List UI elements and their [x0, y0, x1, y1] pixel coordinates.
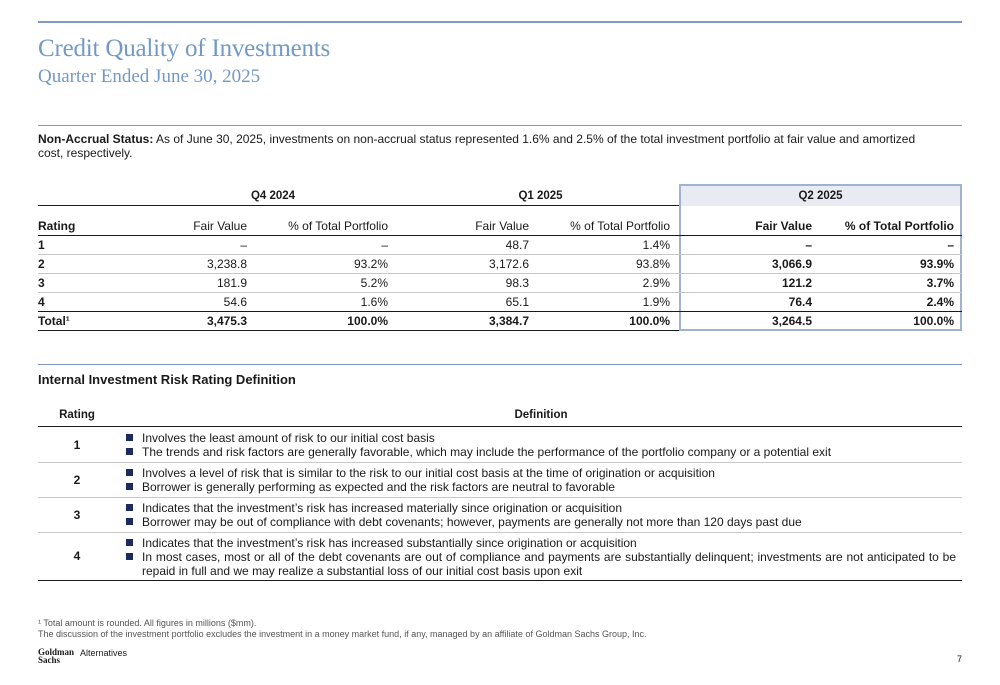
- square-bullet-icon: [126, 518, 133, 525]
- rating-number: 3: [73, 508, 81, 522]
- logo-line-2: Sachs: [38, 655, 61, 665]
- bullet-text: Indicates that the investment’s risk has…: [142, 536, 637, 550]
- cell-rating: 2: [38, 257, 45, 271]
- note-label: Non-Accrual Status:: [38, 132, 154, 146]
- rating-number: 2: [73, 473, 81, 487]
- table-row: 4 54.6 1.6% 65.1 1.9% 76.4 2.4%: [38, 292, 962, 311]
- top-rule: [38, 21, 962, 23]
- cell: 93.9%: [919, 257, 954, 271]
- footnote-2: The discussion of the investment portfol…: [38, 629, 647, 639]
- col-fair-value: Fair Value: [193, 219, 247, 233]
- table-row: 3 181.9 5.2% 98.3 2.9% 121.2 3.7%: [38, 273, 962, 292]
- col-pct-portfolio: % of Total Portfolio: [844, 219, 954, 233]
- cell-rating: 1: [38, 238, 45, 252]
- cell: 3.7%: [926, 276, 954, 290]
- cell-rating: 4: [38, 295, 45, 309]
- cell: 3,384.7: [488, 314, 529, 328]
- bullet-text: Involves the least amount of risk to our…: [142, 431, 435, 445]
- cell: 48.7: [505, 238, 529, 252]
- square-bullet-icon: [126, 553, 133, 560]
- section-rule: [38, 364, 962, 365]
- page-number: 7: [956, 654, 962, 664]
- cell: 1.4%: [642, 238, 670, 252]
- cell: 93.2%: [353, 257, 388, 271]
- row-divider: [38, 330, 679, 331]
- cell: 5.2%: [360, 276, 388, 290]
- cell-rating: 3: [38, 276, 45, 290]
- row-divider: [38, 580, 962, 581]
- square-bullet-icon: [126, 504, 133, 511]
- cell: 2.4%: [926, 295, 954, 309]
- page-subtitle: Quarter Ended June 30, 2025: [38, 66, 261, 87]
- cell: 100.0%: [913, 314, 954, 328]
- group-q4-2024: Q4 2024: [250, 190, 296, 202]
- col-pct-portfolio: % of Total Portfolio: [288, 219, 388, 233]
- cell: 121.2: [781, 276, 812, 290]
- non-accrual-note: Non-Accrual Status: As of June 30, 2025,…: [38, 132, 938, 160]
- cell: 3,172.6: [488, 257, 529, 271]
- note-text: As of June 30, 2025, investments on non-…: [38, 132, 916, 160]
- goldman-sachs-logo: Goldman Sachs: [38, 648, 74, 665]
- table-row: 1 – – 1.4% 48.7 – –: [38, 235, 962, 254]
- definition-row: 4 Indicates that the investment’s risk h…: [38, 532, 962, 580]
- logo-subtitle: Alternatives: [80, 648, 128, 658]
- bullet-text: Involves a level of risk that is similar…: [142, 466, 715, 480]
- cell: 1.9%: [642, 295, 670, 309]
- bullet-text: Borrower is generally performing as expe…: [142, 480, 615, 494]
- cell: 54.6: [223, 295, 247, 309]
- cell: –: [381, 238, 388, 252]
- group-q2-2025: Q2 2025: [798, 190, 843, 202]
- col-definition: Definition: [514, 409, 568, 421]
- bullet-text: Borrower may be out of compliance with d…: [142, 515, 802, 529]
- definition-row: 3 Indicates that the investment’s risk h…: [38, 497, 962, 532]
- cell: 3,264.5: [771, 314, 812, 328]
- group-line: [38, 205, 390, 206]
- square-bullet-icon: [126, 434, 133, 441]
- definition-row: 1 Involves the least amount of risk to o…: [38, 427, 962, 462]
- page-title: Credit Quality of Investments: [38, 35, 331, 62]
- cell: –: [240, 238, 247, 252]
- cell: 100.0%: [629, 314, 670, 328]
- col-rating: Rating: [59, 409, 95, 421]
- cell: 1.6%: [360, 295, 388, 309]
- cell: 93.8%: [635, 257, 670, 271]
- col-fair-value: Fair Value: [475, 219, 529, 233]
- table-row: 2 3,238.8 93.2% 3,172.6 93.8% 3,066.9 93…: [38, 254, 962, 273]
- definitions-title: Internal Investment Risk Rating Definiti…: [38, 372, 296, 387]
- table-total-row: Total¹ 3,475.3 100.0% 3,384.7 100.0% 3,2…: [38, 311, 962, 330]
- rating-number: 4: [73, 549, 81, 563]
- footnote-1: ¹ Total amount is rounded. All figures i…: [38, 618, 257, 628]
- cell-rating: Total¹: [38, 314, 70, 328]
- cell: 181.9: [216, 276, 247, 290]
- cell: 100.0%: [347, 314, 388, 328]
- table-header-row: Rating Fair Value % of Total Portfolio F…: [38, 216, 962, 235]
- cell: 3,238.8: [206, 257, 247, 271]
- group-line: [390, 205, 679, 206]
- group-q1-2025: Q1 2025: [518, 190, 563, 202]
- rating-number: 1: [73, 438, 81, 452]
- col-pct-portfolio: % of Total Portfolio: [570, 219, 670, 233]
- bullet-text: Indicates that the investment’s risk has…: [142, 501, 623, 515]
- cell: 3,475.3: [206, 314, 247, 328]
- col-fair-value: Fair Value: [755, 219, 812, 233]
- cell: 2.9%: [642, 276, 670, 290]
- definitions-header: Rating Definition: [38, 405, 962, 427]
- section-rule: [38, 125, 962, 126]
- cell: 65.1: [505, 295, 529, 309]
- bullet-text: The trends and risk factors are generall…: [142, 445, 832, 459]
- square-bullet-icon: [126, 469, 133, 476]
- col-rating: Rating: [38, 219, 76, 233]
- cell: 98.3: [505, 276, 529, 290]
- cell: 76.4: [788, 295, 812, 309]
- definition-row: 2 Involves a level of risk that is simil…: [38, 462, 962, 497]
- cell: –: [805, 238, 812, 252]
- square-bullet-icon: [126, 483, 133, 490]
- square-bullet-icon: [126, 448, 133, 455]
- cell: –: [947, 238, 954, 252]
- square-bullet-icon: [126, 539, 133, 546]
- cell: 3,066.9: [771, 257, 812, 271]
- bullet-text: In most cases, most or all of the debt c…: [142, 550, 956, 578]
